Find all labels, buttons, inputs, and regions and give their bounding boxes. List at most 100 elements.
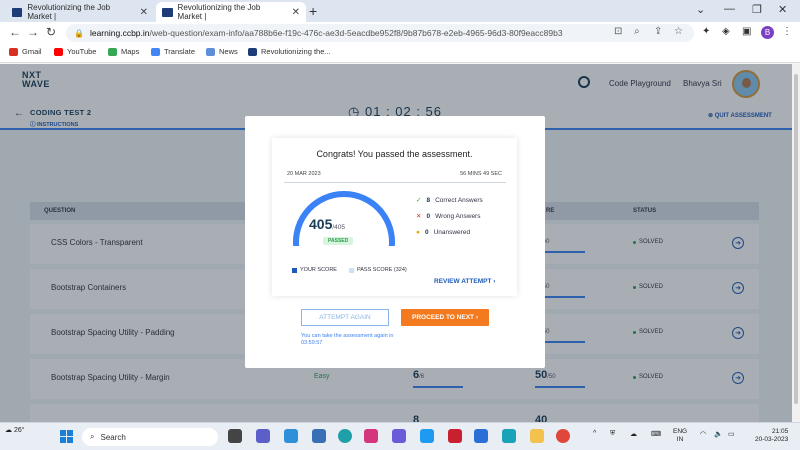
bookmark-star-icon[interactable]: ☆: [674, 26, 683, 37]
windows-start-icon[interactable]: [60, 430, 74, 444]
taskbar-search[interactable]: ⌕ Search: [82, 428, 218, 446]
help-icon[interactable]: [284, 429, 298, 443]
bookmark-news[interactable]: News: [206, 47, 238, 56]
wifi-icon[interactable]: ◠: [700, 430, 706, 438]
new-tab-button[interactable]: +: [309, 3, 317, 19]
legend-swatch: [292, 267, 297, 273]
congrats-message: Congrats! You passed the assessment.: [316, 149, 473, 159]
time-taken: 56 MINS 49 SEC: [460, 171, 502, 177]
bookmarks-bar: Gmail YouTube Maps Translate News Revolu…: [0, 43, 800, 63]
zoom-icon[interactable]: ⌕: [634, 26, 640, 37]
gmail-icon: [9, 47, 18, 56]
system-clock[interactable]: 21:05 20-03-2023: [755, 428, 788, 444]
task-view-icon[interactable]: [228, 429, 242, 443]
close-tab-icon[interactable]: ✕: [292, 7, 300, 18]
bookmark-translate[interactable]: Translate: [151, 47, 195, 56]
result-modal: Congrats! You passed the assessment. 20 …: [245, 116, 545, 368]
chevron-right-icon: ›: [493, 278, 496, 285]
correct-count: 8: [426, 196, 431, 204]
result-card: Congrats! You passed the assessment. 20 …: [272, 138, 517, 296]
browser-tab[interactable]: Revolutionizing the Job Market | ✕: [6, 2, 154, 22]
bookmark-label: Maps: [121, 47, 140, 56]
share-icon[interactable]: ⇪: [654, 26, 662, 37]
twitter-icon[interactable]: [420, 429, 434, 443]
media-icon[interactable]: ◈: [722, 26, 730, 37]
start-tile: [60, 430, 66, 436]
weather-widget[interactable]: ☁ 26°: [5, 426, 25, 434]
url-bar[interactable]: 🔒 learning.ccbp.in/web-question/exam-inf…: [66, 24, 694, 42]
attempt-again-button[interactable]: ATTEMPT AGAIN: [301, 309, 389, 326]
search-icon: ⌕: [90, 432, 95, 441]
lang-code: ENG: [673, 428, 688, 435]
youtube-icon: [54, 47, 63, 56]
browser-tab-active[interactable]: Revolutionizing the Job Market | ✕: [156, 2, 306, 22]
wrong-count: 0: [426, 212, 431, 220]
app-icon[interactable]: [502, 429, 516, 443]
chevron-right-icon: ›: [475, 314, 478, 321]
onedrive-icon[interactable]: ☁: [630, 430, 637, 438]
maps-icon: [108, 47, 117, 56]
bookmark-revolutionizing[interactable]: Revolutionizing the...: [248, 47, 331, 56]
menu-icon[interactable]: ⋮: [782, 26, 792, 37]
restore-icon[interactable]: ❐: [752, 3, 762, 16]
start-tile: [67, 430, 73, 436]
bookmark-label: News: [219, 47, 238, 56]
language-indicator[interactable]: ENG IN: [673, 428, 687, 444]
mcafee-icon[interactable]: [448, 429, 462, 443]
extensions-icon[interactable]: ✦: [702, 26, 710, 37]
file-explorer-icon[interactable]: [530, 429, 544, 443]
start-tile: [60, 437, 66, 443]
close-window-icon[interactable]: ✕: [778, 3, 787, 16]
search-placeholder: Search: [100, 432, 126, 442]
proceed-to-next-button[interactable]: PROCEED TO NEXT ›: [401, 309, 489, 326]
battery-icon[interactable]: ▭: [728, 430, 735, 438]
review-attempt-link[interactable]: REVIEW ATTEMPT ›: [434, 278, 495, 285]
side-panel-icon[interactable]: ▣: [742, 26, 751, 37]
lock-icon: 🔒: [74, 28, 84, 38]
page-scrollbar[interactable]: [792, 64, 800, 422]
reload-icon[interactable]: ↻: [46, 25, 56, 39]
volume-icon[interactable]: 🔈: [714, 430, 723, 438]
correct-answers: ✓ 8 Correct Answers: [416, 196, 483, 205]
install-app-icon[interactable]: ⊡: [614, 26, 622, 37]
messenger-icon[interactable]: [392, 429, 406, 443]
edge-icon[interactable]: [338, 429, 352, 443]
review-label: REVIEW ATTEMPT: [434, 278, 492, 285]
chrome-icon[interactable]: [556, 429, 570, 443]
security-icon[interactable]: ⛨: [610, 430, 615, 438]
todo-icon[interactable]: [474, 429, 488, 443]
start-tile: [67, 437, 73, 443]
browser-tab-bar: Revolutionizing the Job Market | ✕ Revol…: [0, 0, 800, 22]
tab-title: Revolutionizing the Job Market |: [27, 3, 111, 21]
scrollbar-thumb[interactable]: [794, 74, 798, 404]
site-favicon-icon: [162, 7, 173, 17]
minimize-icon[interactable]: —: [724, 3, 735, 15]
bookmark-gmail[interactable]: Gmail: [9, 47, 42, 56]
tab-search-icon[interactable]: ⌄: [696, 3, 705, 16]
forward-icon[interactable]: →: [27, 25, 39, 39]
keyboard-icon[interactable]: ⌨: [651, 430, 661, 438]
assessment-date: 20 MAR 2023: [287, 171, 321, 177]
legend-your-score: YOUR SCORE: [292, 267, 337, 273]
bookmark-maps[interactable]: Maps: [108, 47, 139, 56]
news-icon: [206, 47, 215, 56]
tab-title: Revolutionizing the Job Market |: [177, 3, 261, 21]
profile-avatar[interactable]: B: [761, 26, 774, 39]
bookmark-youtube[interactable]: YouTube: [54, 47, 96, 56]
store-icon[interactable]: [312, 429, 326, 443]
score-max: /405: [332, 224, 346, 231]
cross-icon: ✕: [416, 213, 422, 220]
close-tab-icon[interactable]: ✕: [140, 7, 148, 18]
back-icon[interactable]: ←: [9, 25, 21, 39]
teams-icon[interactable]: [256, 429, 270, 443]
score-value: 405: [309, 216, 333, 232]
retake-timer-note: You can take the assessment again in 03:…: [301, 333, 394, 346]
address-toolbar: ← → ↻ 🔒 learning.ccbp.in/web-question/ex…: [0, 22, 800, 43]
dot-icon: ●: [416, 229, 420, 236]
instagram-icon[interactable]: [364, 429, 378, 443]
legend-label: PASS SCORE (324): [357, 267, 407, 273]
total-score: 405/405: [309, 216, 345, 232]
unanswered-count: 0: [424, 229, 429, 236]
site-favicon-icon: [12, 7, 23, 17]
chevron-up-icon[interactable]: ^: [593, 430, 596, 437]
